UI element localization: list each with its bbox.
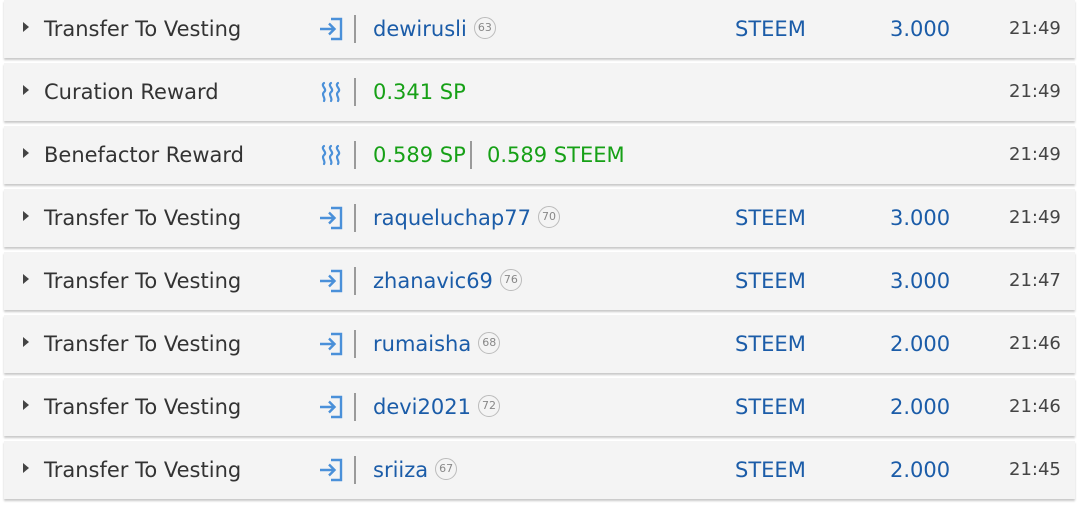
operation-row[interactable]: Benefactor Reward 0.589 SP 0.589 STEEM 2… [4, 126, 1075, 184]
separator [354, 78, 356, 106]
expand-caret-icon[interactable] [23, 400, 29, 410]
expand-caret-icon[interactable] [23, 274, 29, 284]
currency-label: STEEM [735, 332, 806, 356]
operation-row[interactable]: Transfer To Vesting devi2021 72 STEEM 2.0… [4, 378, 1075, 436]
operation-row[interactable]: Transfer To Vesting dewirusli 63 STEEM 3.… [4, 0, 1075, 58]
expand-caret-icon[interactable] [23, 337, 29, 347]
operation-type: Transfer To Vesting [44, 332, 242, 356]
timestamp: 21:49 [1009, 18, 1061, 39]
transfer-in-icon [320, 458, 343, 482]
reward-sp: 0.341 SP [373, 80, 466, 104]
expand-caret-icon[interactable] [23, 22, 29, 32]
operation-type: Curation Reward [44, 80, 219, 104]
operation-row[interactable]: Transfer To Vesting zhanavic69 76 STEEM 3… [4, 252, 1075, 310]
operation-type: Benefactor Reward [44, 143, 244, 167]
account-link[interactable]: zhanavic69 76 [373, 252, 522, 310]
operations-list: Transfer To Vesting dewirusli 63 STEEM 3.… [0, 0, 1080, 513]
reputation-badge: 70 [537, 206, 560, 228]
steem-logo-icon [321, 144, 341, 166]
operation-type: Transfer To Vesting [44, 206, 242, 230]
expand-caret-icon[interactable] [23, 148, 29, 158]
reward-steem: 0.589 STEEM [487, 143, 625, 167]
transfer-in-icon [320, 269, 343, 293]
timestamp: 21:47 [1009, 270, 1061, 291]
reputation-badge: 67 [435, 458, 458, 480]
operation-row[interactable]: Transfer To Vesting raqueluchap77 70 STEE… [4, 189, 1075, 247]
separator [354, 204, 356, 232]
amount-value: 3.000 [890, 17, 951, 41]
amount-value: 2.000 [890, 458, 951, 482]
operation-type: Transfer To Vesting [44, 269, 242, 293]
currency-label: STEEM [735, 458, 806, 482]
expand-caret-icon[interactable] [23, 463, 29, 473]
account-link[interactable]: raqueluchap77 70 [373, 189, 560, 247]
currency-label: STEEM [735, 206, 806, 230]
operation-row[interactable]: Transfer To Vesting rumaisha 68 STEEM 2.0… [4, 315, 1075, 373]
timestamp: 21:46 [1009, 333, 1061, 354]
transfer-in-icon [320, 332, 343, 356]
amount-value: 3.000 [890, 269, 951, 293]
amount-value: 3.000 [890, 206, 951, 230]
account-link[interactable]: devi2021 72 [373, 378, 500, 436]
transfer-in-icon [320, 395, 343, 419]
account-link[interactable]: rumaisha 68 [373, 315, 501, 373]
reputation-badge: 72 [477, 395, 500, 417]
currency-label: STEEM [735, 17, 806, 41]
currency-label: STEEM [735, 395, 806, 419]
transfer-in-icon [320, 17, 343, 41]
currency-label: STEEM [735, 269, 806, 293]
timestamp: 21:45 [1009, 459, 1061, 480]
account-link[interactable]: sriiza 67 [373, 441, 458, 499]
separator [354, 141, 356, 169]
timestamp: 21:49 [1009, 207, 1061, 228]
expand-caret-icon[interactable] [23, 85, 29, 95]
separator [354, 393, 356, 421]
transfer-in-icon [320, 206, 343, 230]
timestamp: 21:49 [1009, 144, 1061, 165]
separator [470, 141, 472, 169]
steem-logo-icon [321, 81, 341, 103]
separator [354, 456, 356, 484]
account-link[interactable]: dewirusli 63 [373, 0, 496, 58]
timestamp: 21:49 [1009, 81, 1061, 102]
reputation-badge: 68 [478, 332, 501, 354]
operation-row[interactable]: Transfer To Vesting sriiza 67 STEEM 2.000… [4, 441, 1075, 499]
reward-sp: 0.589 SP [373, 143, 466, 167]
timestamp: 21:46 [1009, 396, 1061, 417]
amount-value: 2.000 [890, 395, 951, 419]
reputation-badge: 63 [473, 17, 496, 39]
operation-type: Transfer To Vesting [44, 458, 242, 482]
operation-type: Transfer To Vesting [44, 17, 242, 41]
operation-row[interactable]: Curation Reward 0.341 SP 21:49 [4, 63, 1075, 121]
separator [354, 330, 356, 358]
amount-value: 2.000 [890, 332, 951, 356]
reputation-badge: 76 [499, 269, 522, 291]
operation-type: Transfer To Vesting [44, 395, 242, 419]
separator [354, 267, 356, 295]
expand-caret-icon[interactable] [23, 211, 29, 221]
separator [354, 15, 356, 43]
